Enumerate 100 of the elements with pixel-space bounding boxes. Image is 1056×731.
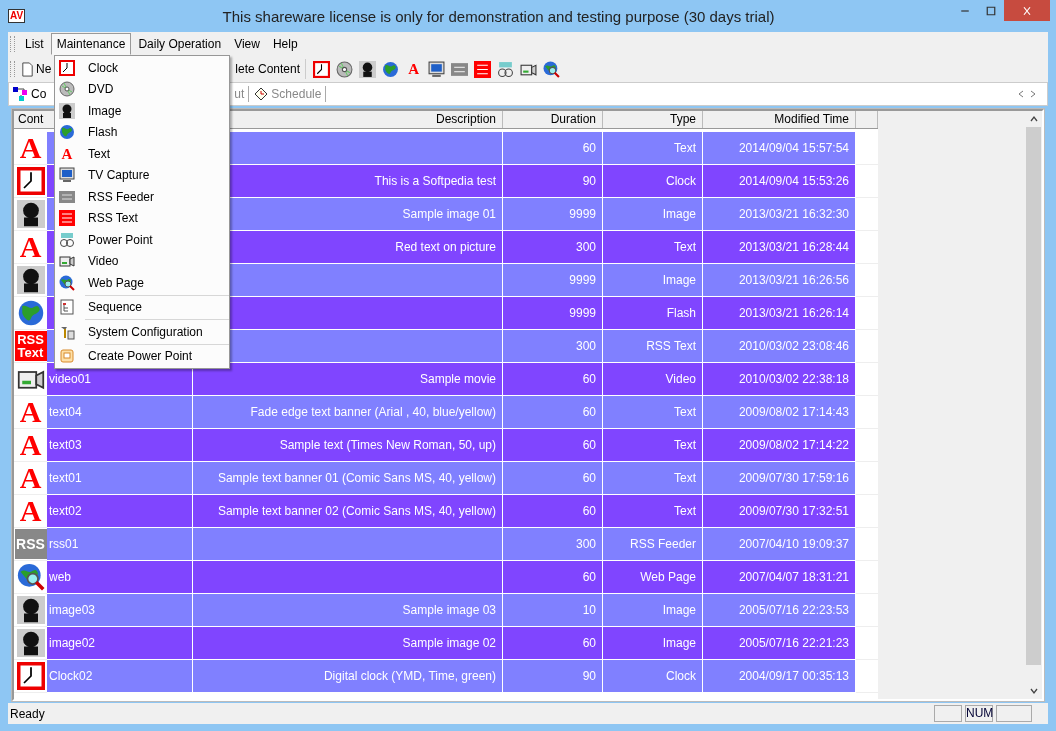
disc-icon: [336, 60, 354, 78]
menu-item[interactable]: Help: [266, 33, 304, 55]
table-cell: Text: [603, 231, 703, 264]
table-cell: 60: [503, 132, 603, 165]
letter-icon: A: [19, 496, 42, 526]
table-cell: 2013/03/21 16:32:30: [703, 198, 856, 231]
menu-item[interactable]: Web Page: [55, 272, 229, 294]
column-header[interactable]: Type: [603, 111, 703, 128]
table-cell: Text: [603, 495, 703, 528]
table-cell: 2009/07/30 17:59:16: [703, 462, 856, 495]
tab[interactable]: Co: [11, 86, 51, 102]
table-cell: rss01: [47, 528, 193, 561]
table-cell: Web Page: [603, 561, 703, 594]
globe-magnifier-icon: [59, 274, 75, 291]
menu-item[interactable]: View: [228, 33, 266, 55]
letter-icon: A: [19, 133, 42, 163]
table-cell: Clock: [603, 165, 703, 198]
table-cell: Flash: [603, 297, 703, 330]
globe-icon: [16, 299, 45, 327]
menu-item[interactable]: Sequence: [55, 296, 229, 318]
menu-item[interactable]: A Text: [55, 143, 229, 165]
menu-item[interactable]: Daily Operation: [132, 33, 228, 55]
clock-icon: [16, 167, 45, 195]
scroll-thumb[interactable]: [1026, 127, 1041, 665]
table-cell: Video: [603, 363, 703, 396]
table-cell: 60: [503, 363, 603, 396]
table-cell: Sample image 02: [193, 627, 503, 660]
monitor-icon: [428, 60, 446, 78]
presentation-icon: [59, 348, 75, 365]
head-silhouette-icon: [16, 629, 45, 657]
globe-magnifier-icon: [543, 60, 561, 78]
letter-icon: A: [408, 61, 419, 77]
table-cell: 300: [503, 528, 603, 561]
table-cell: 2007/04/10 19:09:37: [703, 528, 856, 561]
letter-icon: A: [19, 397, 42, 427]
scroll-left-icon[interactable]: [1017, 90, 1025, 98]
column-header[interactable]: Modified Time: [703, 111, 856, 128]
tab[interactable]: ut: [234, 86, 250, 102]
table-cell: 60: [503, 495, 603, 528]
table-cell: 2013/03/21 16:28:44: [703, 231, 856, 264]
table-cell: 2005/07/16 22:21:23: [703, 627, 856, 660]
table-cell: 2007/04/07 18:31:21: [703, 561, 856, 594]
scroll-right-icon[interactable]: [1029, 90, 1037, 98]
table-cell: 300: [503, 330, 603, 363]
table-cell: 60: [503, 627, 603, 660]
scroll-up-icon[interactable]: [1029, 115, 1038, 123]
column-header[interactable]: Duration: [503, 111, 603, 128]
table-cell: Image: [603, 627, 703, 660]
table-cell: Fade edge text banner (Arial , 40, blue/yellow): [193, 396, 503, 429]
clock-icon: [16, 662, 45, 690]
feed-badge-icon: RSS Text: [14, 331, 47, 361]
grip-handle[interactable]: [10, 36, 15, 52]
schedule-icon: [253, 86, 270, 102]
table-cell: 2009/07/30 17:32:51: [703, 495, 856, 528]
table-cell: 9999: [503, 264, 603, 297]
clock-icon: [313, 60, 331, 78]
toolbar-icon-button[interactable]: A: [402, 58, 426, 80]
tab[interactable]: Schedule: [249, 86, 327, 102]
table-cell: RSS Feeder: [603, 528, 703, 561]
table-cell: Clock02: [47, 660, 193, 693]
new-document-icon: [20, 61, 35, 77]
feed-badge-icon: RSS: [14, 529, 47, 559]
toolbar-button[interactable]: Ne: [19, 59, 53, 79]
head-silhouette-icon: [59, 102, 75, 119]
table-cell: 60: [503, 561, 603, 594]
scroll-down-icon[interactable]: [1029, 687, 1038, 695]
toolbar-button[interactable]: lete Content: [234, 60, 302, 78]
window-title: This shareware license is only for demonstration and testing purpose (30 days trial): [221, 7, 776, 25]
feed-icon: [59, 188, 75, 205]
table-cell: text03: [47, 429, 193, 462]
table-cell: 10: [503, 594, 603, 627]
feed-text-icon: [474, 60, 492, 78]
maximize-icon: [985, 4, 997, 17]
head-silhouette-icon: [16, 266, 45, 294]
table-cell: 2014/09/04 15:57:54: [703, 132, 856, 165]
menu-item[interactable]: List: [19, 33, 50, 55]
table-cell: 300: [503, 231, 603, 264]
head-silhouette-icon: [16, 200, 45, 228]
menu-item[interactable]: Maintenance: [50, 33, 132, 55]
table-cell: RSS Text: [603, 330, 703, 363]
table-cell: 2010/03/02 23:08:46: [703, 330, 856, 363]
table-cell: 2009/08/02 17:14:43: [703, 396, 856, 429]
menu-item[interactable]: DVD: [55, 78, 229, 100]
table-cell: 60: [503, 429, 603, 462]
table-cell: Text: [603, 396, 703, 429]
status-indicator: NUM: [965, 705, 993, 722]
menu-item[interactable]: System Configuration: [55, 321, 229, 343]
table-cell: Image: [603, 264, 703, 297]
globe-icon: [382, 60, 400, 78]
table-cell: Digital clock (YMD, Time, green): [193, 660, 503, 693]
menu-item[interactable]: Clock: [55, 57, 229, 79]
table-cell: 60: [503, 462, 603, 495]
globe-magnifier-icon: [16, 563, 45, 591]
table-cell: Sample image 03: [193, 594, 503, 627]
sequence-icon: [59, 299, 75, 316]
close-button[interactable]: [1004, 0, 1050, 21]
table-cell: 9999: [503, 198, 603, 231]
table-cell: Image: [603, 594, 703, 627]
table-cell: Sample movie: [193, 363, 503, 396]
grip-handle[interactable]: [10, 61, 15, 77]
